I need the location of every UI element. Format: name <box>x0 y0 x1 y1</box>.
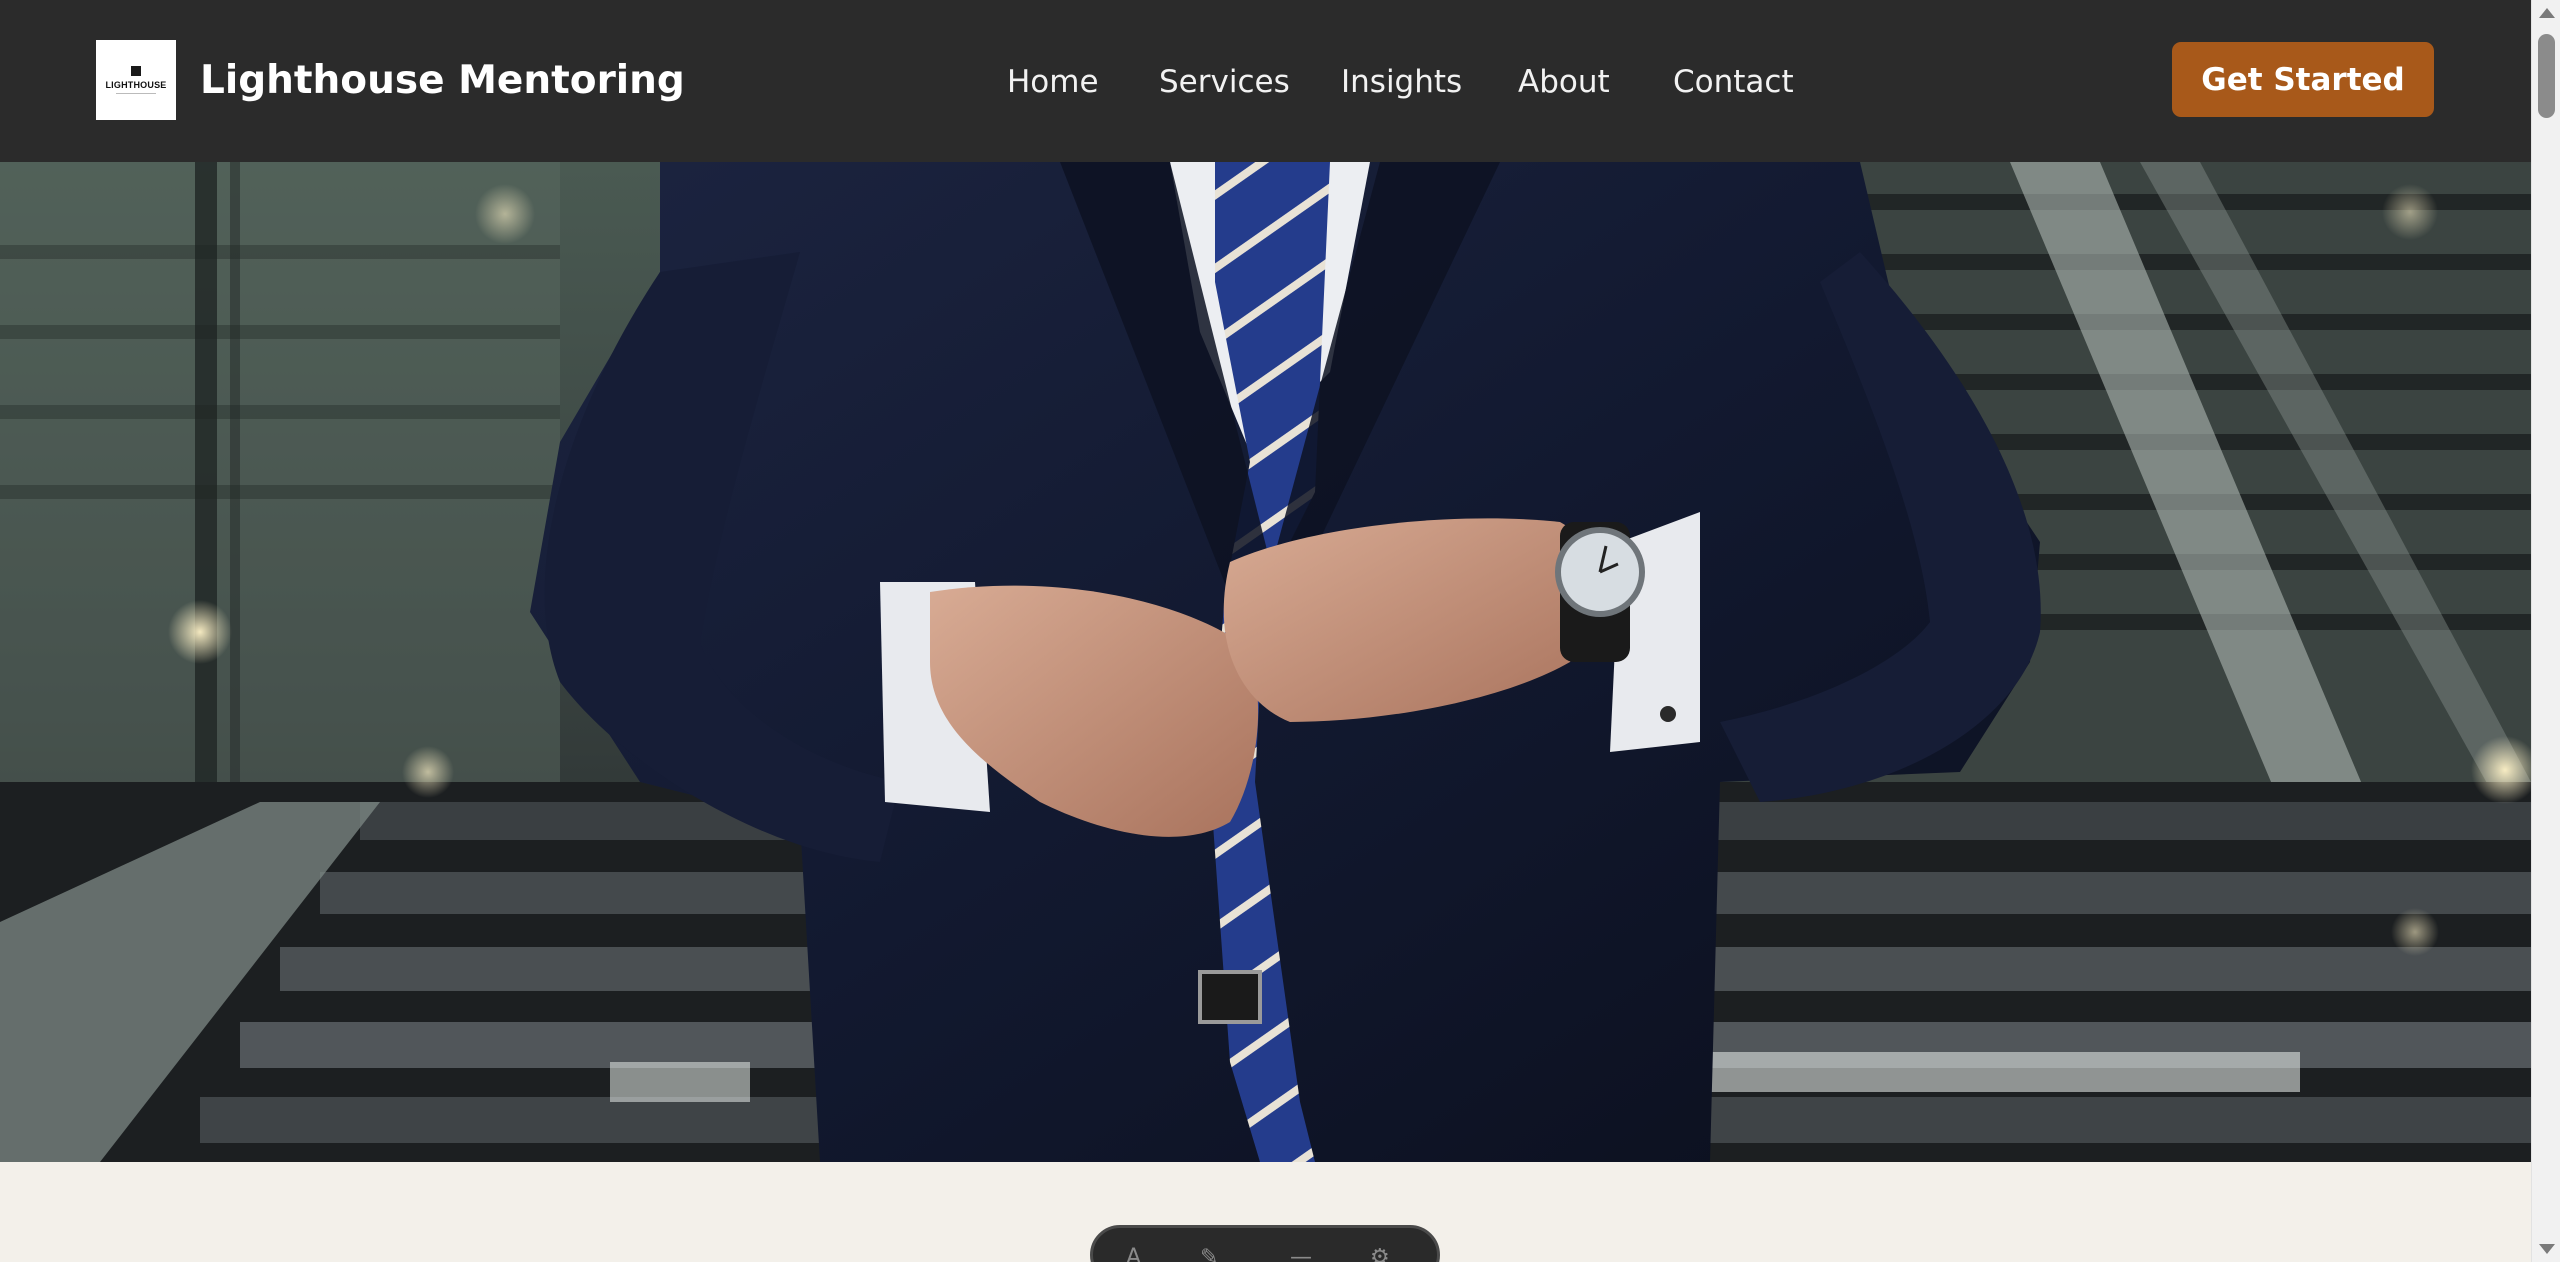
logo-word: LIGHTHOUSE <box>105 80 167 90</box>
nav-home[interactable]: Home <box>1007 58 1099 106</box>
get-started-button[interactable]: Get Started <box>2172 42 2434 117</box>
hero-image <box>0 162 2531 1162</box>
logo[interactable]: LIGHTHOUSE <box>96 40 176 120</box>
pen-icon[interactable]: ✎ <box>1200 1245 1218 1262</box>
vertical-scrollbar[interactable] <box>2531 0 2560 1262</box>
lighthouse-logo-icon <box>131 66 141 76</box>
nav-services[interactable]: Services <box>1159 58 1290 106</box>
scroll-down-arrow-icon[interactable] <box>2539 1244 2555 1254</box>
nav-about[interactable]: About <box>1518 58 1610 106</box>
brand-name[interactable]: Lighthouse Mentoring <box>200 52 685 110</box>
minus-icon[interactable]: — <box>1290 1245 1312 1262</box>
text-format-icon[interactable]: A <box>1126 1245 1141 1262</box>
nav-insights[interactable]: Insights <box>1341 58 1462 106</box>
scroll-thumb[interactable] <box>2538 34 2555 118</box>
page: LIGHTHOUSE Lighthouse Mentoring Home Ser… <box>0 0 2560 1262</box>
site-header: LIGHTHOUSE Lighthouse Mentoring Home Ser… <box>0 0 2531 162</box>
nav-contact[interactable]: Contact <box>1673 58 1794 106</box>
scroll-up-arrow-icon[interactable] <box>2539 8 2555 18</box>
gear-icon[interactable]: ⚙ <box>1370 1245 1390 1262</box>
logo-underline <box>116 93 156 94</box>
businessman-photo <box>0 162 2531 1162</box>
